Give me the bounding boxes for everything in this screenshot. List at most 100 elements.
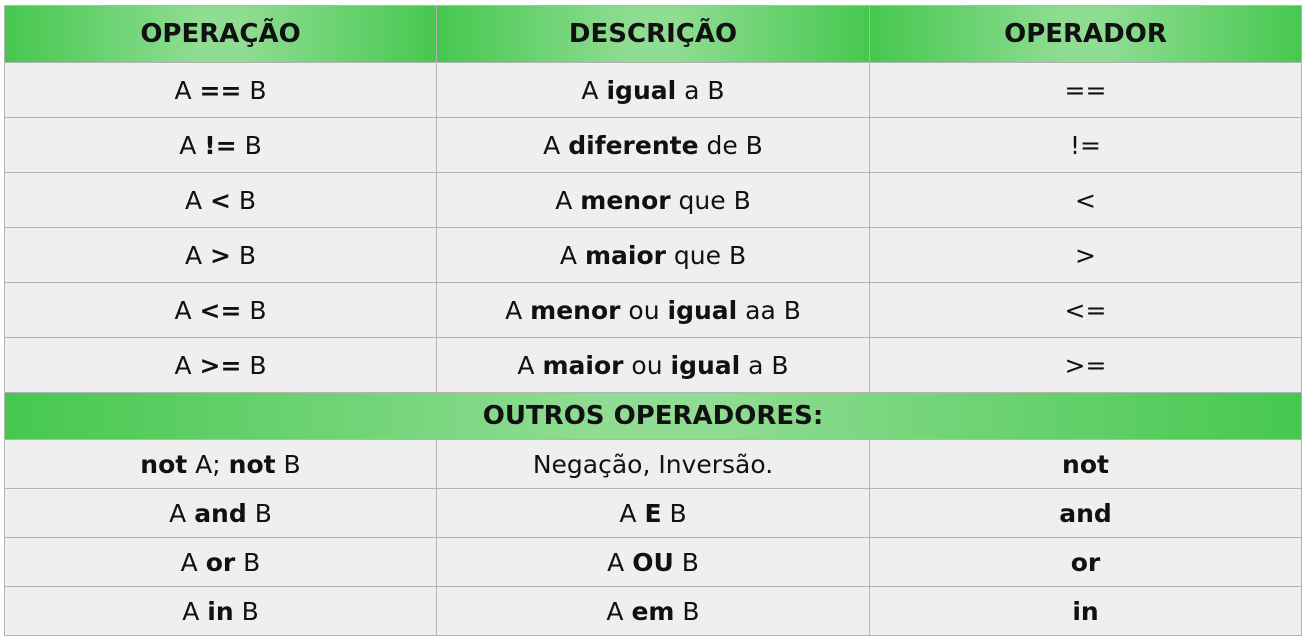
bold-text: in — [207, 596, 234, 626]
bold-text: and — [1059, 498, 1112, 528]
text: A — [179, 130, 205, 160]
bold-text: maior — [584, 240, 666, 270]
bold-text: igual — [606, 75, 677, 105]
bold-text: or — [1070, 547, 1101, 577]
text: A — [607, 547, 633, 577]
text: Negação, Inversão. — [532, 449, 774, 479]
text: A — [174, 350, 200, 380]
description-cell: A maior que B — [436, 227, 870, 283]
table-row: A > BA maior que B > — [4, 227, 1302, 283]
text: > — [1075, 240, 1096, 270]
description-cell: Negação, Inversão. — [436, 439, 870, 489]
bold-text: diferente — [568, 130, 699, 160]
operator-cell: == — [869, 62, 1302, 118]
text: B — [241, 350, 267, 380]
table-row: A and BA E B and — [4, 488, 1302, 538]
operation-cell: not A; not B — [4, 439, 437, 489]
table-row: A < BA menor que B < — [4, 172, 1302, 228]
operator-cell: != — [869, 117, 1302, 173]
table-row: A or BA OU Bor — [4, 537, 1302, 587]
description-cell: A em B — [436, 586, 870, 636]
table-row: not A; not B Negação, Inversão. not — [4, 439, 1302, 489]
operator-cell: >= — [869, 337, 1302, 393]
operator-cell: or — [869, 537, 1302, 587]
bold-text: em — [631, 596, 675, 626]
bold-text: not — [228, 449, 276, 479]
text: A — [180, 547, 206, 577]
operation-cell: A <= B — [4, 282, 437, 338]
bold-text: == — [199, 75, 242, 105]
header-operation: OPERAÇÃO — [4, 5, 437, 63]
text: A — [174, 75, 200, 105]
bold-text: < — [210, 185, 231, 215]
description-cell: A menor que B — [436, 172, 870, 228]
operators-table: OPERAÇÃO DESCRIÇÃO OPERADOR A == BA igua… — [4, 5, 1302, 636]
operator-cell: in — [869, 586, 1302, 636]
bold-text: maior — [542, 350, 624, 380]
text: == — [1064, 75, 1107, 105]
bold-text: menor — [580, 185, 671, 215]
bold-text: and — [194, 498, 247, 528]
text: A — [169, 498, 195, 528]
header-row: OPERAÇÃO DESCRIÇÃO OPERADOR — [4, 5, 1302, 63]
text: A — [184, 240, 210, 270]
bold-text: not — [1062, 449, 1109, 479]
text: A — [543, 130, 569, 160]
text: de B — [698, 130, 763, 160]
bold-text: E — [644, 498, 662, 528]
text: < — [1075, 185, 1096, 215]
operation-cell: A and B — [4, 488, 437, 538]
text: B — [233, 596, 259, 626]
text: A — [505, 295, 531, 325]
text: que B — [670, 185, 751, 215]
bold-text: OU — [632, 547, 674, 577]
text: <= — [1064, 295, 1107, 325]
bold-text: in — [1072, 596, 1099, 626]
description-cell: A menor ou igual aa B — [436, 282, 870, 338]
table-row: A != BA diferente de B != — [4, 117, 1302, 173]
operation-cell: A in B — [4, 586, 437, 636]
text: B — [674, 596, 700, 626]
operation-cell: A >= B — [4, 337, 437, 393]
bold-text: != — [204, 130, 237, 160]
text: a B — [676, 75, 725, 105]
operation-cell: A > B — [4, 227, 437, 283]
operation-cell: A < B — [4, 172, 437, 228]
text: A — [619, 498, 645, 528]
section-row: OUTROS OPERADORES: — [4, 392, 1302, 440]
bold-text: igual — [670, 350, 741, 380]
text: B — [236, 130, 262, 160]
text: A; — [187, 449, 229, 479]
bold-text: igual — [667, 295, 738, 325]
description-cell: A diferente de B — [436, 117, 870, 173]
text: B — [241, 295, 267, 325]
operation-cell: A != B — [4, 117, 437, 173]
text: A — [555, 185, 581, 215]
table-row: A <= BA menor ou igual aa B <= — [4, 282, 1302, 338]
text: A — [559, 240, 585, 270]
operator-cell: and — [869, 488, 1302, 538]
description-cell: A maior ou igual a B — [436, 337, 870, 393]
text: ou — [620, 295, 668, 325]
operation-cell: A or B — [4, 537, 437, 587]
bold-text: menor — [530, 295, 621, 325]
operation-cell: A == B — [4, 62, 437, 118]
text: aa B — [737, 295, 801, 325]
text: ou — [623, 350, 671, 380]
header-operator: OPERADOR — [869, 5, 1302, 63]
table-row: A in BA em Bin — [4, 586, 1302, 636]
text: B — [230, 185, 257, 215]
operator-cell: not — [869, 439, 1302, 489]
operator-cell: <= — [869, 282, 1302, 338]
comparison-operators-body: A == BA igual a B == A != BA diferente de … — [4, 62, 1302, 393]
description-cell: A OU B — [436, 537, 870, 587]
header-description: DESCRIÇÃO — [436, 5, 870, 63]
text: B — [235, 547, 261, 577]
text: A — [517, 350, 543, 380]
bold-text: >= — [199, 350, 242, 380]
text: A — [182, 596, 208, 626]
description-cell: A E B — [436, 488, 870, 538]
description-cell: A igual a B — [436, 62, 870, 118]
section-title: OUTROS OPERADORES: — [4, 392, 1302, 440]
text: B — [241, 75, 267, 105]
